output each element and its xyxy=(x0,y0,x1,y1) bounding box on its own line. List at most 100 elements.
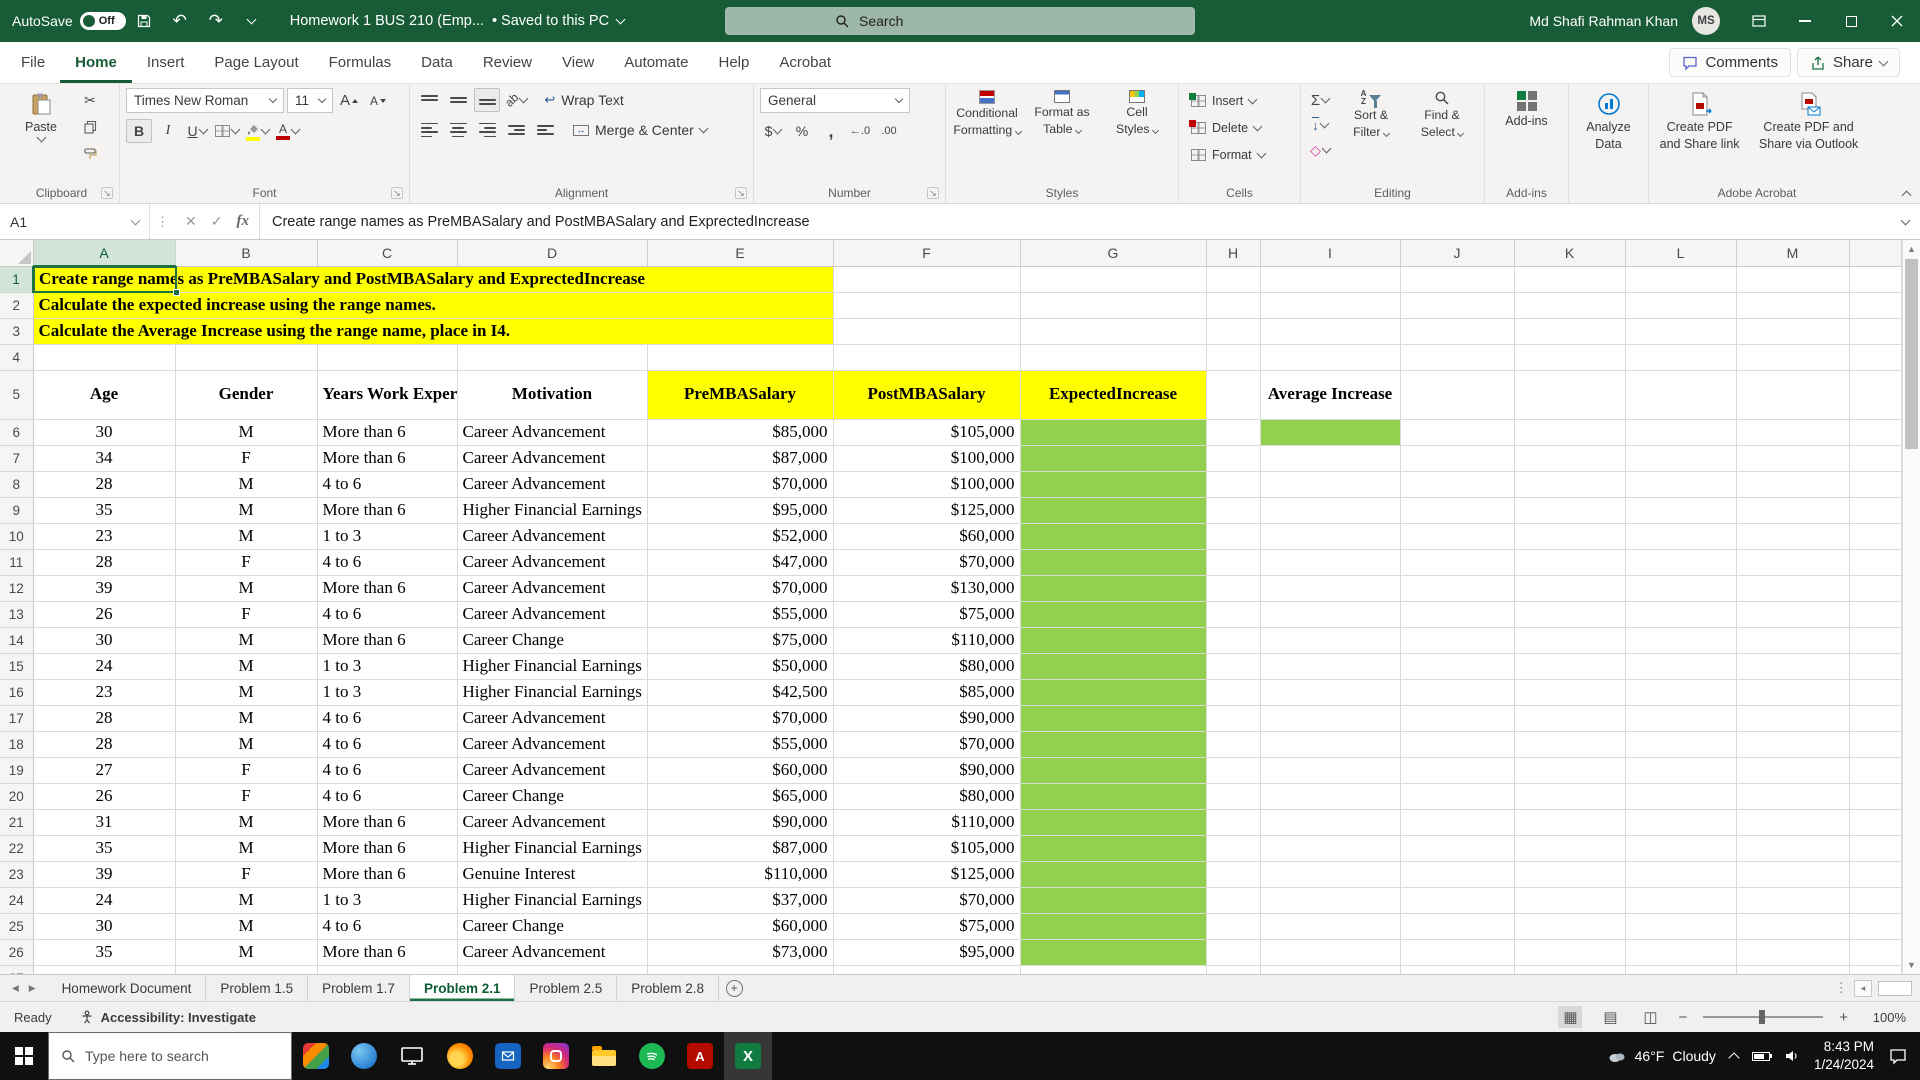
cell-J5[interactable] xyxy=(1400,370,1514,419)
cell-I16[interactable] xyxy=(1260,679,1400,705)
cell-B22[interactable]: M xyxy=(175,835,317,861)
cell-H19[interactable] xyxy=(1206,757,1260,783)
cell-A20[interactable]: 26 xyxy=(33,783,175,809)
cell-J14[interactable] xyxy=(1400,627,1514,653)
select-all-corner[interactable] xyxy=(0,240,33,266)
merge-center-button[interactable]: ↔ Merge & Center xyxy=(571,118,709,142)
cell-F4[interactable] xyxy=(833,344,1020,370)
cell-A3[interactable]: Calculate the Average Increase using the… xyxy=(33,318,833,344)
cell-D8[interactable]: Career Advancement xyxy=(457,471,647,497)
row-header-1[interactable]: 1 xyxy=(0,266,33,292)
decrease-font-button[interactable]: A xyxy=(365,89,391,113)
cell-G17[interactable] xyxy=(1020,705,1206,731)
increase-font-button[interactable]: A xyxy=(336,89,362,113)
cell-I4[interactable] xyxy=(1260,344,1400,370)
cell-filler-25[interactable] xyxy=(1849,913,1902,939)
cell-B13[interactable]: F xyxy=(175,601,317,627)
cell-D25[interactable]: Career Change xyxy=(457,913,647,939)
user-name[interactable]: Md Shafi Rahman Khan xyxy=(1529,13,1678,29)
cell-F16[interactable]: $85,000 xyxy=(833,679,1020,705)
cell-G20[interactable] xyxy=(1020,783,1206,809)
cell-L21[interactable] xyxy=(1625,809,1736,835)
font-color-button[interactable]: A xyxy=(274,119,301,143)
bottom-align-button[interactable] xyxy=(474,88,500,112)
cell-A1[interactable]: Create range names as PreMBASalary and P… xyxy=(33,266,833,292)
cell-filler-21[interactable] xyxy=(1849,809,1902,835)
cell-L8[interactable] xyxy=(1625,471,1736,497)
column-header-J[interactable]: J xyxy=(1400,240,1514,266)
cell-M6[interactable] xyxy=(1736,419,1849,445)
cell-filler-16[interactable] xyxy=(1849,679,1902,705)
cell-G23[interactable] xyxy=(1020,861,1206,887)
cell-E15[interactable]: $50,000 xyxy=(647,653,833,679)
cell-D9[interactable]: Higher Financial Earnings xyxy=(457,497,647,523)
cell-D22[interactable]: Higher Financial Earnings xyxy=(457,835,647,861)
cell-J16[interactable] xyxy=(1400,679,1514,705)
cell-E25[interactable]: $60,000 xyxy=(647,913,833,939)
cell-C22[interactable]: More than 6 xyxy=(317,835,457,861)
taskbar-app-edge[interactable] xyxy=(340,1032,388,1080)
cell-F10[interactable]: $60,000 xyxy=(833,523,1020,549)
sort-filter-button[interactable]: AZ Sort & Filter xyxy=(1338,88,1404,140)
cell-E26[interactable]: $73,000 xyxy=(647,939,833,965)
cell-H9[interactable] xyxy=(1206,497,1260,523)
cell-F7[interactable]: $100,000 xyxy=(833,445,1020,471)
cell-L10[interactable] xyxy=(1625,523,1736,549)
zoom-level[interactable]: 100% xyxy=(1864,1010,1906,1025)
start-button[interactable] xyxy=(0,1032,48,1080)
autosave-pill[interactable]: Off xyxy=(80,12,126,30)
cell-A9[interactable]: 35 xyxy=(33,497,175,523)
cell-C14[interactable]: More than 6 xyxy=(317,627,457,653)
cell-H12[interactable] xyxy=(1206,575,1260,601)
cell-B21[interactable]: M xyxy=(175,809,317,835)
cell-B6[interactable]: M xyxy=(175,419,317,445)
cell-I25[interactable] xyxy=(1260,913,1400,939)
cell-filler-24[interactable] xyxy=(1849,887,1902,913)
cell-C15[interactable]: 1 to 3 xyxy=(317,653,457,679)
cell-H15[interactable] xyxy=(1206,653,1260,679)
cell-K24[interactable] xyxy=(1514,887,1625,913)
cell-J11[interactable] xyxy=(1400,549,1514,575)
cell-C4[interactable] xyxy=(317,344,457,370)
cell-A17[interactable]: 28 xyxy=(33,705,175,731)
delete-cells-button[interactable]: Delete xyxy=(1185,115,1267,140)
menu-tab-home[interactable]: Home xyxy=(60,42,132,83)
cell-A2[interactable]: Calculate the expected increase using th… xyxy=(33,292,833,318)
cell-I24[interactable] xyxy=(1260,887,1400,913)
redo-button[interactable]: ↷ xyxy=(198,3,234,39)
cell-L17[interactable] xyxy=(1625,705,1736,731)
cell-D7[interactable]: Career Advancement xyxy=(457,445,647,471)
cell-C13[interactable]: 4 to 6 xyxy=(317,601,457,627)
copy-button[interactable] xyxy=(77,115,103,139)
insert-cells-button[interactable]: Insert xyxy=(1185,88,1262,113)
taskbar-app-acrobat[interactable]: A xyxy=(676,1032,724,1080)
cell-C7[interactable]: More than 6 xyxy=(317,445,457,471)
cell-F11[interactable]: $70,000 xyxy=(833,549,1020,575)
cell-filler-17[interactable] xyxy=(1849,705,1902,731)
cut-button[interactable]: ✂ xyxy=(77,88,103,112)
fill-button[interactable]: ↓ xyxy=(1307,113,1333,137)
cell-G7[interactable] xyxy=(1020,445,1206,471)
cell-D26[interactable]: Career Advancement xyxy=(457,939,647,965)
cell-I9[interactable] xyxy=(1260,497,1400,523)
sheet-tab-problem-1-7[interactable]: Problem 1.7 xyxy=(308,975,410,1001)
cell-D5[interactable]: Motivation xyxy=(457,370,647,419)
cell-C10[interactable]: 1 to 3 xyxy=(317,523,457,549)
row-header-11[interactable]: 11 xyxy=(0,549,33,575)
cell-F9[interactable]: $125,000 xyxy=(833,497,1020,523)
cell-G22[interactable] xyxy=(1020,835,1206,861)
cell-H14[interactable] xyxy=(1206,627,1260,653)
cell-C27[interactable] xyxy=(317,965,457,974)
cell-K13[interactable] xyxy=(1514,601,1625,627)
cell-M27[interactable] xyxy=(1736,965,1849,974)
cell-J10[interactable] xyxy=(1400,523,1514,549)
wrap-text-button[interactable]: ↩ Wrap Text xyxy=(542,88,625,112)
cell-E7[interactable]: $87,000 xyxy=(647,445,833,471)
cell-filler-13[interactable] xyxy=(1849,601,1902,627)
page-break-view-button[interactable]: ◫ xyxy=(1638,1006,1662,1028)
cell-E22[interactable]: $87,000 xyxy=(647,835,833,861)
cell-filler-8[interactable] xyxy=(1849,471,1902,497)
cell-E17[interactable]: $70,000 xyxy=(647,705,833,731)
format-cells-button[interactable]: Format xyxy=(1185,142,1271,167)
taskbar-app-paint[interactable] xyxy=(292,1032,340,1080)
